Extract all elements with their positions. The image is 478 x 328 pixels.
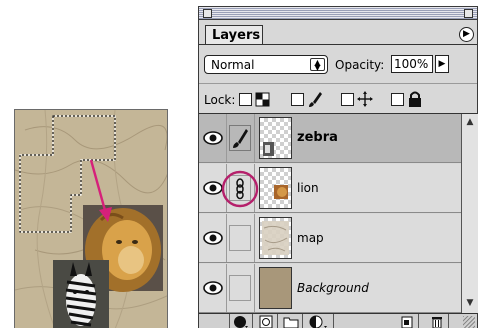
link-cell-empty[interactable] [229, 225, 251, 251]
composite-image [15, 110, 167, 328]
brush-icon [309, 92, 322, 107]
opacity-label: Opacity: [335, 58, 385, 72]
column-divider [226, 214, 227, 262]
adjustment-layer-icon[interactable] [304, 314, 334, 328]
brush-icon[interactable] [229, 125, 251, 151]
palette-menu-arrow-icon[interactable]: ▶ [459, 27, 474, 42]
lock-position-checkbox[interactable] [341, 93, 354, 106]
layers-list: zebra lion map Background [199, 114, 461, 313]
layer-style-icon[interactable] [229, 314, 253, 328]
new-set-icon[interactable] [279, 314, 303, 328]
highlight-circle [221, 170, 259, 208]
new-layer-icon[interactable] [395, 314, 419, 328]
scroll-up-arrow-icon[interactable]: ▲ [464, 117, 476, 129]
layer-row-zebra[interactable]: zebra [199, 114, 461, 163]
layer-thumbnail-background [259, 267, 292, 309]
zebra-image [53, 260, 109, 328]
layer-row-map[interactable]: map [199, 214, 461, 263]
column-divider [254, 114, 255, 162]
collapse-box-icon[interactable] [464, 9, 473, 18]
tab-row: Layers ▶ [199, 21, 477, 45]
add-mask-icon[interactable] [254, 314, 278, 328]
blend-mode-select[interactable]: Normal ▲ ▼ [204, 55, 328, 74]
lock-image-checkbox[interactable] [291, 93, 304, 106]
padlock-icon [409, 91, 421, 107]
visibility-eye-icon[interactable] [202, 125, 224, 151]
layer-name: zebra [297, 130, 338, 145]
layers-scrollbar[interactable]: ▲ ▼ [461, 114, 478, 313]
divider [199, 83, 477, 84]
column-divider [226, 264, 227, 312]
scroll-down-arrow-icon[interactable]: ▼ [464, 298, 476, 310]
layers-palette: Layers ▶ Normal ▲ ▼ Opacity: 100% ▶ Lock: [198, 6, 478, 328]
layer-thumbnail-map [259, 217, 292, 259]
up-down-arrows-icon: ▲ ▼ [310, 58, 325, 72]
layer-name: lion [297, 181, 319, 195]
column-divider [254, 214, 255, 262]
transparency-grid-icon [255, 92, 270, 107]
lock-all-checkbox[interactable] [391, 93, 404, 106]
tab-layers[interactable]: Layers [205, 25, 263, 45]
layer-thumbnail-zebra [259, 117, 292, 159]
visibility-eye-icon[interactable] [202, 275, 224, 301]
layer-row-background[interactable]: Background [199, 264, 461, 313]
opacity-slider-arrow-icon[interactable]: ▶ [435, 55, 449, 73]
move-arrows-icon [357, 91, 373, 107]
opacity-field[interactable]: 100% [391, 55, 433, 73]
column-divider [226, 114, 227, 162]
layer-row-lion[interactable]: lion [199, 164, 461, 213]
close-box-icon[interactable] [203, 9, 212, 18]
lock-label: Lock: [204, 93, 236, 107]
document-canvas [14, 109, 168, 328]
layer-thumbnail-lion [259, 167, 292, 209]
visibility-eye-icon[interactable] [202, 225, 224, 251]
column-divider [254, 264, 255, 312]
layer-name: map [297, 231, 324, 245]
resize-grip-icon[interactable] [463, 316, 475, 328]
palette-title-bar[interactable] [199, 7, 477, 20]
trash-icon[interactable] [425, 314, 449, 328]
palette-bottom-toolbar [199, 313, 477, 328]
layer-name: Background [297, 281, 369, 295]
tab-divider [199, 44, 477, 45]
link-cell-empty[interactable] [229, 275, 251, 301]
blend-mode-value: Normal [211, 58, 255, 72]
lock-transparency-checkbox[interactable] [239, 93, 252, 106]
